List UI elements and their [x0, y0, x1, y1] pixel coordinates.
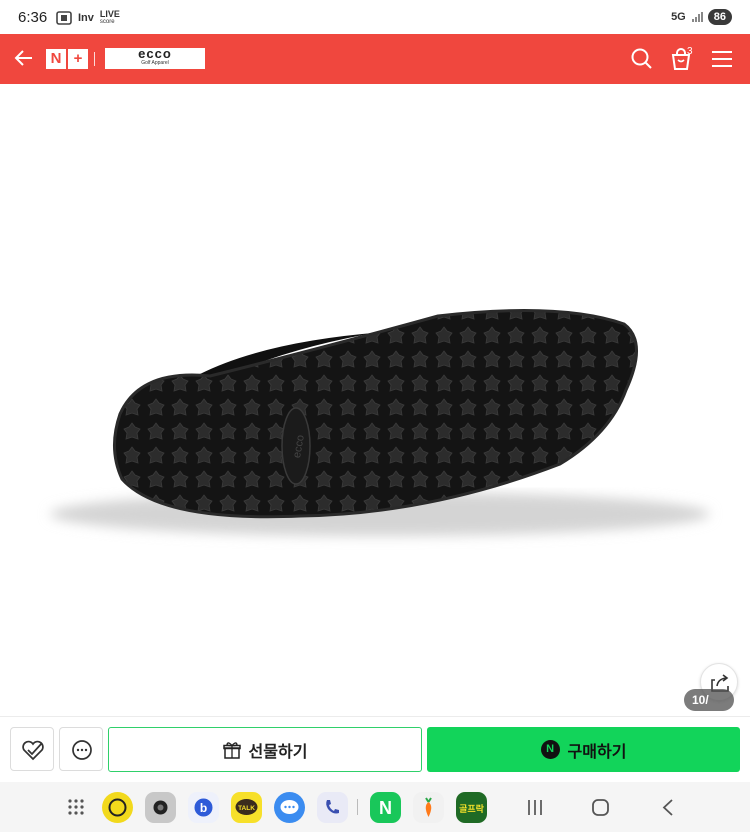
chat-inquiry-button[interactable]: [59, 727, 103, 771]
buy-button-label: 구매하기: [567, 743, 627, 761]
heart-check-icon: [22, 740, 44, 761]
back-arrow-icon[interactable]: [12, 46, 36, 70]
gift-button-label: 선물하기: [248, 743, 308, 761]
gift-button[interactable]: 선물하기: [108, 727, 422, 772]
network-5g-icon: 5G: [671, 11, 686, 23]
carrot-icon[interactable]: [413, 792, 444, 823]
signal-icon: [691, 12, 703, 22]
n-logo-icon: N: [46, 49, 66, 69]
recent-apps-icon[interactable]: [526, 799, 544, 816]
battery-indicator: 86: [707, 9, 732, 25]
product-image-area[interactable]: ecco: [0, 84, 750, 716]
search-icon[interactable]: [629, 46, 655, 72]
purchase-action-bar: 선물하기 N 구매하기: [0, 716, 750, 782]
inv-icon: Inv: [78, 12, 94, 24]
status-time: 6:36: [18, 9, 48, 26]
svg-text:TALK: TALK: [238, 805, 255, 812]
header-divider: [94, 52, 95, 66]
cart-count-badge: 3: [687, 46, 693, 57]
status-bar: 6:36 Inv LIVE score 5G 86: [0, 0, 750, 34]
brand-logo[interactable]: ecco Golf Apparel: [105, 46, 205, 69]
apps-grid-icon[interactable]: [66, 797, 86, 817]
product-shoe-image: ecco: [50, 309, 710, 536]
status-notification-icons: Inv LIVE score: [56, 10, 120, 26]
golf-app-icon[interactable]: 골프락: [456, 792, 487, 823]
samsung-app-icon[interactable]: [102, 792, 133, 823]
plus-logo-icon: +: [68, 49, 88, 69]
livescore-icon: LIVE score: [99, 9, 120, 26]
camera-icon[interactable]: [145, 792, 176, 823]
back-nav-icon[interactable]: [660, 798, 676, 817]
svg-text:N: N: [379, 798, 392, 818]
dock-divider: [357, 799, 358, 815]
wishlist-button[interactable]: [10, 727, 54, 771]
naver-pay-icon: N: [540, 740, 560, 759]
brand-subtitle: Golf Apparel: [141, 60, 169, 66]
app-header: N + ecco Golf Apparel 3: [0, 34, 750, 84]
home-icon[interactable]: [591, 798, 610, 817]
svg-text:골프락: 골프락: [459, 803, 485, 815]
svg-text:b: b: [200, 801, 207, 815]
status-system-icons: 5G 86: [671, 9, 732, 25]
screenshot-icon: [56, 11, 72, 25]
naver-icon[interactable]: N: [370, 792, 401, 823]
menu-icon[interactable]: [709, 46, 735, 72]
phone-icon[interactable]: [317, 792, 348, 823]
naver-plus-logo[interactable]: N +: [46, 49, 90, 69]
chat-bubble-icon: [72, 740, 92, 760]
kakaotalk-icon[interactable]: TALK: [231, 792, 262, 823]
image-counter: 10/: [684, 689, 734, 711]
brand-name: ecco: [138, 46, 172, 61]
messages-icon[interactable]: [274, 792, 305, 823]
gift-icon: [222, 741, 241, 759]
system-dock-bar: b TALK N 골프락: [0, 782, 750, 832]
bixby-icon[interactable]: b: [188, 792, 219, 823]
buy-button[interactable]: N 구매하기: [427, 727, 740, 772]
